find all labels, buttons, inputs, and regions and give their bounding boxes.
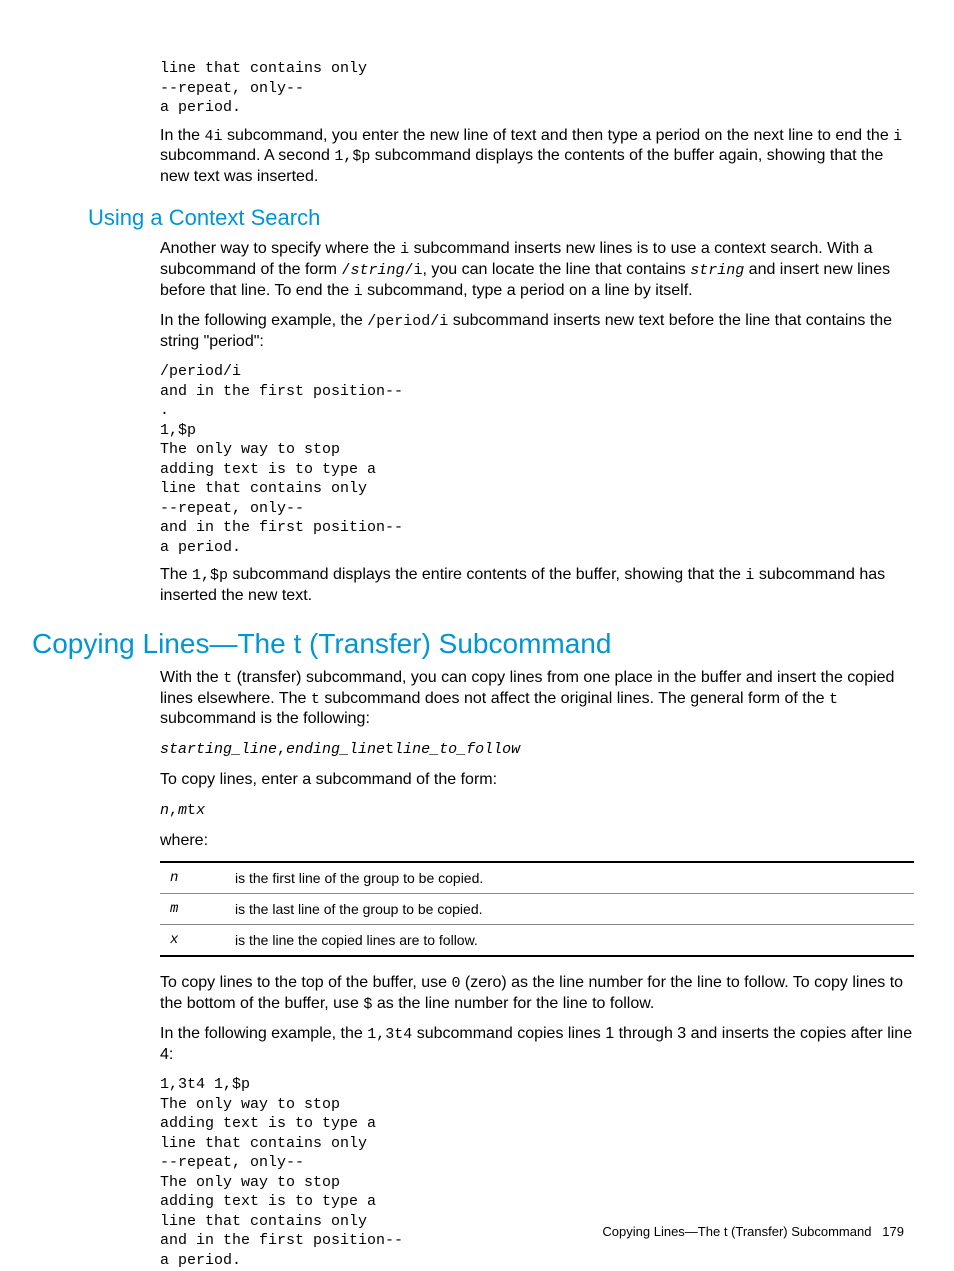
body-indent: line that contains only --repeat, only--… — [160, 59, 914, 187]
paragraph: The 1,$p subcommand displays the entire … — [160, 565, 914, 606]
paragraph: In the following example, the 1,3t4 subc… — [160, 1024, 914, 1065]
paragraph: where: — [160, 831, 914, 851]
text: In the — [160, 127, 204, 144]
table-description: is the line the copied lines are to foll… — [225, 924, 914, 956]
footer-title: Copying Lines—The t (Transfer) Subcomman… — [602, 1224, 871, 1239]
text: subcommand is the following: — [160, 710, 370, 727]
code-italic: line_to_follow — [394, 741, 520, 758]
text: subcommand, you enter the new line of te… — [223, 127, 894, 144]
table-symbol: n — [160, 862, 225, 894]
paragraph: Another way to specify where the i subco… — [160, 239, 914, 301]
code-inline: 1,$p — [192, 567, 228, 584]
text: In the following example, the — [160, 1025, 367, 1042]
code-italic: starting_line — [160, 741, 277, 758]
code-block-1: line that contains only --repeat, only--… — [160, 59, 914, 118]
text: In the following example, the — [160, 312, 367, 329]
paragraph: In the 4i subcommand, you enter the new … — [160, 126, 914, 188]
paragraph: With the t (transfer) subcommand, you ca… — [160, 668, 914, 730]
code-italic: string — [690, 262, 744, 279]
code-inline: 4i — [204, 128, 222, 145]
heading-copying-lines: Copying Lines—The t (Transfer) Subcomman… — [32, 628, 914, 660]
table-description: is the first line of the group to be cop… — [225, 862, 914, 894]
text: To copy lines to the top of the buffer, … — [160, 974, 451, 991]
page-footer: Copying Lines—The t (Transfer) Subcomman… — [602, 1224, 904, 1239]
paragraph: To copy lines to the top of the buffer, … — [160, 973, 914, 1015]
text: With the — [160, 669, 223, 686]
code-inline: t — [223, 670, 232, 687]
code-inline: i — [893, 128, 902, 145]
code-inline: t — [829, 691, 838, 708]
code-block-2: /period/i and in the first position-- . … — [160, 362, 914, 557]
code-inline: 1,3t4 — [367, 1026, 412, 1043]
syntax-form-1: starting_line,ending_linetline_to_follow — [160, 739, 914, 760]
text: subcommand does not affect the original … — [320, 690, 829, 707]
code-inline: i — [354, 283, 363, 300]
code-block-3: 1,3t4 1,$p The only way to stop adding t… — [160, 1075, 914, 1270]
code-inline: /period/i — [367, 313, 448, 330]
table-description: is the last line of the group to be copi… — [225, 893, 914, 924]
code-inline: i — [400, 241, 409, 258]
code-inline: /i — [404, 262, 422, 279]
definitions-table: n is the first line of the group to be c… — [160, 861, 914, 957]
text: subcommand, type a period on a line by i… — [363, 282, 693, 299]
code-inline: t — [187, 802, 196, 819]
table-row: n is the first line of the group to be c… — [160, 862, 914, 894]
syntax-form-2: n,mtx — [160, 800, 914, 821]
table-row: x is the line the copied lines are to fo… — [160, 924, 914, 956]
table-row: m is the last line of the group to be co… — [160, 893, 914, 924]
text: The — [160, 566, 192, 583]
paragraph: In the following example, the /period/i … — [160, 311, 914, 352]
code-inline: , — [169, 802, 178, 819]
paragraph: To copy lines, enter a subcommand of the… — [160, 770, 914, 790]
code-italic: m — [178, 802, 187, 819]
code-italic: n — [160, 802, 169, 819]
text: subcommand displays the entire contents … — [228, 566, 745, 583]
code-inline: , — [277, 741, 286, 758]
code-inline: t — [311, 691, 320, 708]
document-page: line that contains only --repeat, only--… — [0, 0, 954, 1271]
heading-context-search: Using a Context Search — [88, 205, 914, 231]
text: subcommand. A second — [160, 147, 334, 164]
code-inline: t — [385, 741, 394, 758]
footer-page-number: 179 — [882, 1224, 904, 1239]
text: , you can locate the line that contains — [422, 261, 690, 278]
code-italic: ending_line — [286, 741, 385, 758]
body-indent: With the t (transfer) subcommand, you ca… — [160, 668, 914, 1270]
code-italic: string — [350, 262, 404, 279]
table-symbol: x — [160, 924, 225, 956]
text: as the line number for the line to follo… — [372, 995, 654, 1012]
table-symbol: m — [160, 893, 225, 924]
code-italic: x — [196, 802, 205, 819]
body-indent: Another way to specify where the i subco… — [160, 239, 914, 606]
text: Another way to specify where the — [160, 240, 400, 257]
code-inline: 1,$p — [334, 148, 370, 165]
